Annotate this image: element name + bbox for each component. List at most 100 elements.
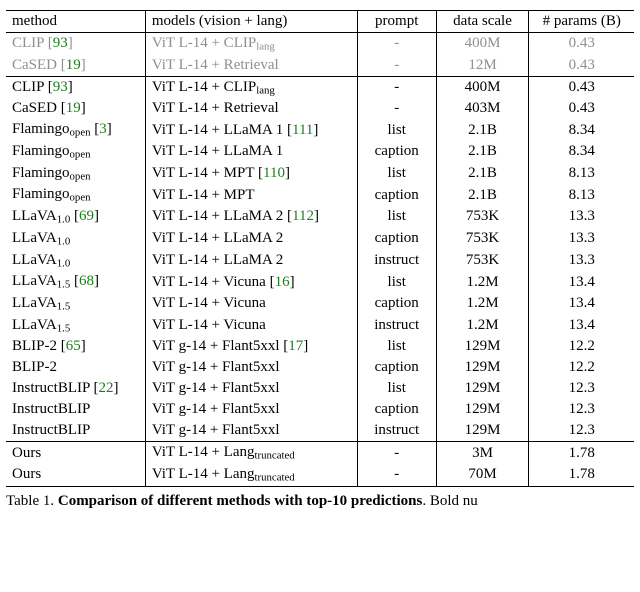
cell-params: 0.43 xyxy=(529,98,634,119)
table-row: Flamingoopen [3]ViT L-14 + LLaMA 1 [111]… xyxy=(6,119,634,141)
cell-method: Flamingoopen xyxy=(6,163,145,185)
citation-link[interactable]: 112 xyxy=(292,208,314,224)
cell-method: Flamingoopen xyxy=(6,141,145,163)
cell-method: Ours xyxy=(6,442,145,464)
cell-models: ViT g-14 + Flant5xxl xyxy=(145,420,357,442)
cell-models: ViT L-14 + MPT [110] xyxy=(145,163,357,185)
cell-scale: 400M xyxy=(436,33,529,55)
cell-scale: 129M xyxy=(436,336,529,357)
table-row: LLaVA1.0ViT L-14 + LLaMA 2caption753K13.… xyxy=(6,228,634,250)
table-row: InstructBLIPViT g-14 + Flant5xxlcaption1… xyxy=(6,399,634,420)
cell-method: BLIP-2 xyxy=(6,357,145,378)
comparison-table: method models (vision + lang) prompt dat… xyxy=(6,10,634,487)
table-row: InstructBLIP [22]ViT g-14 + Flant5xxllis… xyxy=(6,378,634,399)
cell-scale: 2.1B xyxy=(436,141,529,163)
cell-method: Flamingoopen xyxy=(6,184,145,206)
table-row: LLaVA1.5ViT L-14 + Vicunainstruct1.2M13.… xyxy=(6,315,634,337)
cell-params: 8.13 xyxy=(529,184,634,206)
cell-method: Ours xyxy=(6,464,145,486)
cell-prompt: instruct xyxy=(357,420,436,442)
table-row: LLaVA1.5ViT L-14 + Vicunacaption1.2M13.4 xyxy=(6,293,634,315)
citation-link[interactable]: 19 xyxy=(66,57,81,73)
cell-models: ViT L-14 + LLaMA 2 [112] xyxy=(145,206,357,228)
table-row: BLIP-2 [65]ViT g-14 + Flant5xxl [17]list… xyxy=(6,336,634,357)
cell-params: 13.3 xyxy=(529,228,634,250)
caption-label: Table 1. xyxy=(6,493,54,509)
citation-link[interactable]: 16 xyxy=(275,274,290,290)
citation-link[interactable]: 17 xyxy=(288,338,303,354)
cell-params: 13.4 xyxy=(529,315,634,337)
table-row: CLIP [93]ViT L-14 + CLIPlang-400M0.43 xyxy=(6,76,634,98)
table-row: OursViT L-14 + Langtruncated-70M1.78 xyxy=(6,464,634,486)
cell-scale: 70M xyxy=(436,464,529,486)
cell-prompt: instruct xyxy=(357,315,436,337)
table-row: CaSED [19]ViT L-14 + Retrieval-12M0.43 xyxy=(6,55,634,77)
cell-models: ViT g-14 + Flant5xxl [17] xyxy=(145,336,357,357)
cell-prompt: list xyxy=(357,271,436,293)
cell-models: ViT L-14 + Vicuna xyxy=(145,293,357,315)
citation-link[interactable]: 19 xyxy=(66,100,81,116)
citation-link[interactable]: 93 xyxy=(53,79,68,95)
cell-models: ViT L-14 + CLIPlang xyxy=(145,33,357,55)
citation-link[interactable]: 111 xyxy=(292,122,313,138)
cell-prompt: list xyxy=(357,378,436,399)
cell-scale: 753K xyxy=(436,228,529,250)
cell-scale: 400M xyxy=(436,76,529,98)
col-prompt: prompt xyxy=(357,11,436,33)
cell-scale: 12M xyxy=(436,55,529,77)
cell-scale: 2.1B xyxy=(436,163,529,185)
citation-link[interactable]: 68 xyxy=(79,273,94,289)
cell-prompt: caption xyxy=(357,141,436,163)
cell-models: ViT L-14 + CLIPlang xyxy=(145,76,357,98)
cell-params: 0.43 xyxy=(529,33,634,55)
cell-params: 12.2 xyxy=(529,336,634,357)
cell-method: CaSED [19] xyxy=(6,98,145,119)
table-row: FlamingoopenViT L-14 + MPTcaption2.1B8.1… xyxy=(6,184,634,206)
table-header-row: method models (vision + lang) prompt dat… xyxy=(6,11,634,33)
cell-method: LLaVA1.5 [68] xyxy=(6,271,145,293)
table-row: LLaVA1.0 [69]ViT L-14 + LLaMA 2 [112]lis… xyxy=(6,206,634,228)
table-row: InstructBLIPViT g-14 + Flant5xxlinstruct… xyxy=(6,420,634,442)
citation-link[interactable]: 22 xyxy=(99,380,114,396)
cell-scale: 1.2M xyxy=(436,315,529,337)
cell-scale: 129M xyxy=(436,378,529,399)
citation-link[interactable]: 69 xyxy=(79,208,94,224)
caption-ten: 10 xyxy=(332,493,347,509)
caption-tail: . Bold nu xyxy=(422,493,477,509)
cell-scale: 2.1B xyxy=(436,184,529,206)
citation-link[interactable]: 110 xyxy=(263,165,285,181)
cell-method: Flamingoopen [3] xyxy=(6,119,145,141)
cell-models: ViT L-14 + MPT xyxy=(145,184,357,206)
table-row: FlamingoopenViT L-14 + MPT [110]list2.1B… xyxy=(6,163,634,185)
cell-params: 13.3 xyxy=(529,206,634,228)
citation-link[interactable]: 3 xyxy=(99,121,107,137)
cell-prompt: - xyxy=(357,76,436,98)
cell-prompt: caption xyxy=(357,293,436,315)
cell-scale: 129M xyxy=(436,420,529,442)
citation-link[interactable]: 93 xyxy=(53,35,68,51)
cell-prompt: list xyxy=(357,336,436,357)
cell-method: InstructBLIP xyxy=(6,399,145,420)
cell-prompt: caption xyxy=(357,228,436,250)
table-row: CLIP [93]ViT L-14 + CLIPlang-400M0.43 xyxy=(6,33,634,55)
cell-prompt: list xyxy=(357,163,436,185)
citation-link[interactable]: 65 xyxy=(66,338,81,354)
col-data-scale: data scale xyxy=(436,11,529,33)
cell-params: 0.43 xyxy=(529,76,634,98)
cell-params: 8.34 xyxy=(529,119,634,141)
table-row: FlamingoopenViT L-14 + LLaMA 1caption2.1… xyxy=(6,141,634,163)
cell-models: ViT g-14 + Flant5xxl xyxy=(145,378,357,399)
cell-params: 0.43 xyxy=(529,55,634,77)
cell-method: InstructBLIP [22] xyxy=(6,378,145,399)
cell-params: 13.3 xyxy=(529,250,634,272)
cell-models: ViT L-14 + Retrieval xyxy=(145,98,357,119)
cell-prompt: caption xyxy=(357,357,436,378)
cell-models: ViT L-14 + LLaMA 1 [111] xyxy=(145,119,357,141)
cell-params: 8.34 xyxy=(529,141,634,163)
table-row: OursViT L-14 + Langtruncated-3M1.78 xyxy=(6,442,634,464)
caption-bold-a: Comparison of different methods with top… xyxy=(58,493,332,509)
cell-params: 12.2 xyxy=(529,357,634,378)
cell-params: 12.3 xyxy=(529,420,634,442)
cell-method: CLIP [93] xyxy=(6,76,145,98)
cell-method: CaSED [19] xyxy=(6,55,145,77)
